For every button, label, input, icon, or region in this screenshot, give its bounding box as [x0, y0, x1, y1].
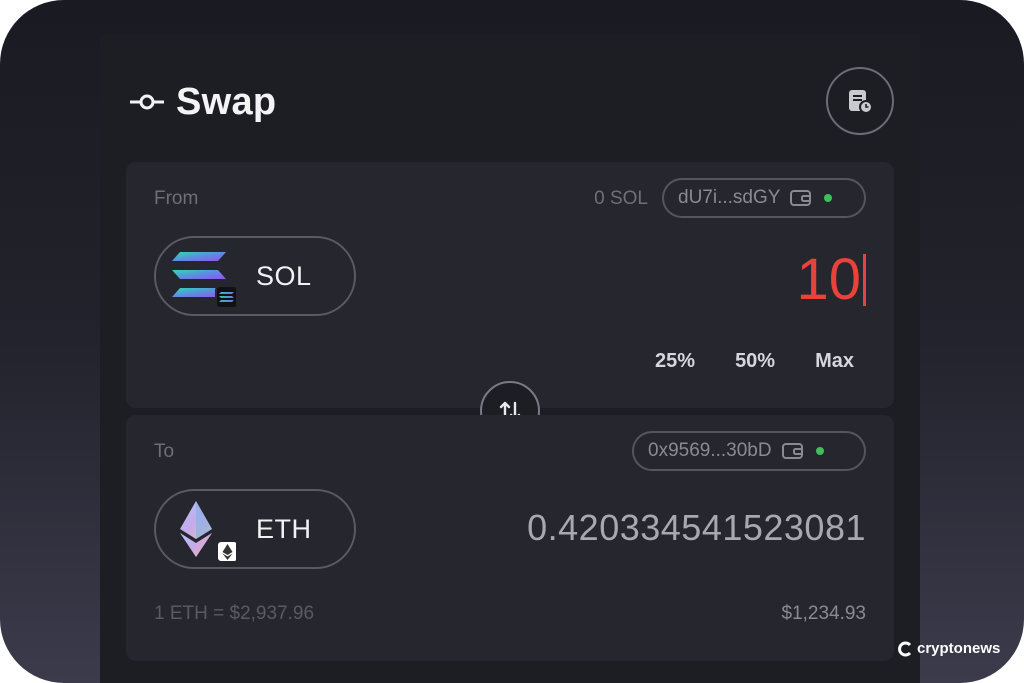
from-label: From: [154, 188, 199, 209]
percent-buttons: 25% 50% Max: [655, 350, 854, 373]
to-card: To 0x9569...30bD ETH 0.420334541523081 1…: [126, 415, 894, 661]
exchange-rate: 1 ETH = $2,937.96: [154, 603, 315, 624]
connected-status-dot: [815, 447, 824, 455]
watermark-text: cryptonews: [917, 640, 1001, 657]
to-amount-value: 0.420334541523081: [527, 507, 866, 548]
transaction-history-icon: [849, 90, 873, 114]
wallet-icon: [781, 443, 803, 459]
wallet-icon: [790, 190, 812, 206]
from-amount-value: 10: [796, 247, 861, 312]
history-button[interactable]: [826, 67, 894, 135]
to-wallet-selector[interactable]: 0x9569...30bD: [632, 431, 866, 471]
app-window: Swap From 0 SOL dU7i...sdGY SOL 10 25% 5…: [0, 0, 1024, 683]
usd-value: $1,234.93: [781, 603, 866, 624]
from-amount-input[interactable]: 10: [796, 246, 866, 313]
from-wallet-selector[interactable]: dU7i...sdGY: [662, 178, 866, 218]
swap-route-icon: [130, 94, 164, 110]
to-token-symbol: ETH: [256, 513, 312, 544]
ethereum-logo: [156, 489, 239, 569]
max-button[interactable]: Max: [815, 350, 854, 373]
percent-50-button[interactable]: 50%: [735, 350, 775, 373]
to-wallet-address: 0x9569...30bD: [648, 440, 772, 461]
from-card: From 0 SOL dU7i...sdGY SOL 10 25% 50% Ma…: [126, 162, 894, 408]
percent-25-button[interactable]: 25%: [655, 350, 695, 373]
header: Swap: [130, 80, 276, 124]
from-token-selector[interactable]: SOL: [154, 236, 356, 316]
cryptonews-watermark: cryptonews: [897, 640, 1000, 657]
page-title: Swap: [176, 80, 277, 123]
from-balance: 0 SOL: [594, 188, 648, 209]
to-token-selector[interactable]: ETH: [154, 489, 356, 569]
to-label: To: [154, 441, 175, 462]
solana-logo: [156, 236, 239, 316]
text-caret: [863, 253, 866, 306]
connected-status-dot: [824, 194, 833, 202]
cryptonews-logo-icon: [898, 641, 912, 656]
from-wallet-address: dU7i...sdGY: [678, 187, 781, 208]
from-token-symbol: SOL: [256, 260, 312, 291]
